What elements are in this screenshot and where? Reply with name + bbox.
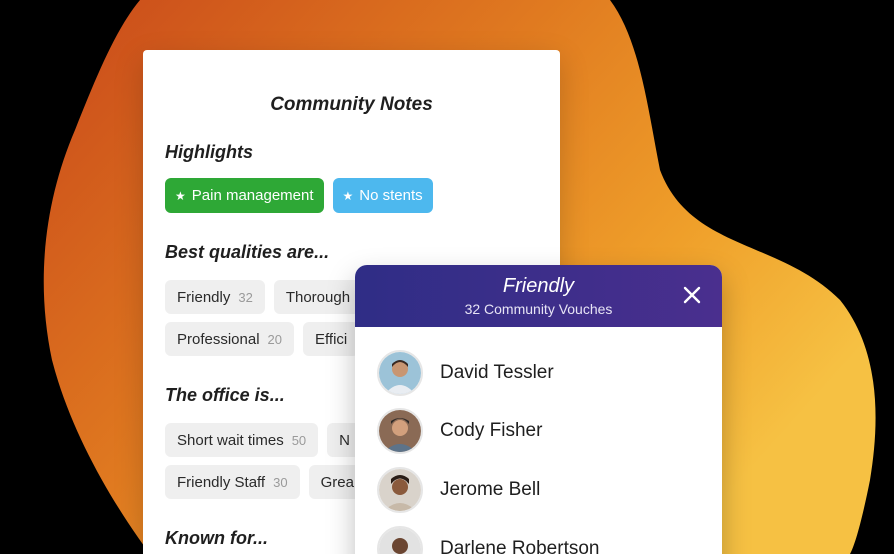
avatar: [377, 526, 423, 554]
chip-count: 32: [238, 289, 253, 305]
chip-count: 20: [267, 331, 283, 347]
person-row-darlene-robertson[interactable]: Darlene Robertson: [377, 525, 599, 554]
chip-count: 30: [273, 474, 288, 490]
chip-count: 50: [291, 432, 307, 448]
avatar: [377, 408, 423, 454]
highlights-chip-row: ★ Pain management ★ No stents: [165, 178, 433, 213]
chip-label: Friendly Staff: [177, 473, 266, 491]
chip-label: Grea: [320, 473, 354, 491]
office-chip-short-wait-times[interactable]: Short wait times 50: [165, 423, 319, 457]
person-name: Jerome Bell: [440, 479, 541, 500]
avatar: [377, 350, 423, 396]
person-name: Darlene Robertson: [440, 538, 600, 554]
popup-subtitle: 32 Community Vouches: [464, 301, 613, 317]
chip-label: Professional: [177, 330, 260, 348]
avatar: [377, 467, 423, 513]
popup-header: Friendly 32 Community Vouches: [355, 265, 722, 327]
quality-chip-thorough[interactable]: Thorough: [273, 280, 363, 314]
chip-label: Effici: [315, 330, 348, 348]
chip-label: N: [339, 431, 351, 449]
highlight-chip-pain-management[interactable]: ★ Pain management: [165, 178, 324, 213]
highlight-chip-label: No stents: [359, 187, 423, 204]
office-row-2: Friendly Staff 30 Grea: [165, 465, 366, 499]
office-title: The office is...: [165, 385, 285, 405]
office-chip-friendly-staff[interactable]: Friendly Staff 30: [165, 465, 300, 499]
chip-label: Friendly: [177, 288, 231, 306]
star-icon: ★: [175, 188, 186, 203]
person-row-jerome-bell[interactable]: Jerome Bell: [377, 466, 540, 514]
qualities-row-1: Friendly 32 Thorough: [165, 280, 363, 314]
quality-chip-efficient[interactable]: Effici: [303, 322, 360, 356]
person-row-cody-fisher[interactable]: Cody Fisher: [377, 407, 542, 455]
highlight-chip-no-stents[interactable]: ★ No stents: [332, 178, 433, 213]
chip-label: Short wait times: [177, 431, 284, 449]
chip-label: Thorough: [285, 288, 351, 306]
qualities-row-2: Professional 20 Effici: [165, 322, 360, 356]
stage: Community Notes Highlights ★ Pain manage…: [0, 0, 894, 554]
star-icon: ★: [342, 188, 354, 203]
office-row-1: Short wait times 50 N: [165, 423, 363, 457]
person-name: David Tessler: [440, 362, 554, 383]
close-button[interactable]: [680, 283, 704, 307]
highlight-chip-label: Pain management: [191, 187, 314, 204]
quality-chip-friendly[interactable]: Friendly 32: [165, 280, 265, 314]
best-qualities-title: Best qualities are...: [165, 242, 330, 262]
popup-title: Friendly: [502, 275, 575, 297]
highlights-title: Highlights: [165, 142, 253, 162]
person-name: Cody Fisher: [440, 420, 543, 441]
close-icon: [683, 286, 701, 304]
friendly-vouches-popup: Friendly 32 Community Vouches David Tess…: [355, 265, 722, 554]
community-notes-title: Community Notes: [270, 94, 433, 115]
known-for-title: Known for...: [165, 528, 268, 548]
quality-chip-professional[interactable]: Professional 20: [165, 322, 295, 356]
person-row-david-tessler[interactable]: David Tessler: [377, 349, 554, 397]
